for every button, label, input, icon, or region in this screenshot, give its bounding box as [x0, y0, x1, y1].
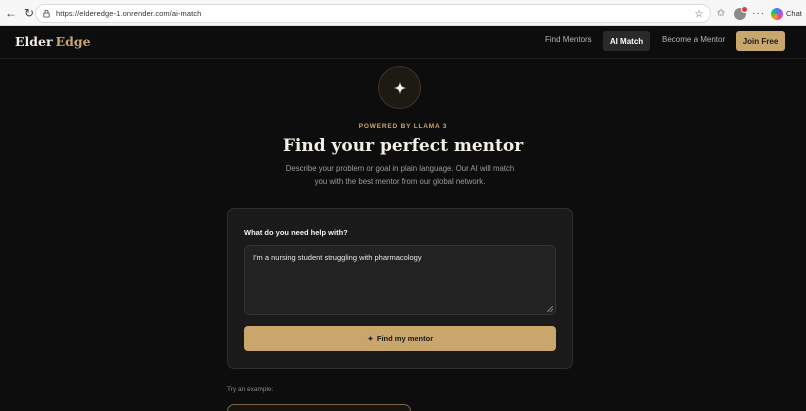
help-field-label: What do you need help with? [244, 228, 348, 237]
example-chip[interactable] [227, 404, 411, 411]
address-bar[interactable]: https://elderedge-1.onrender.com/ai-matc… [35, 4, 711, 23]
favorites-icon[interactable]: ✩ [714, 7, 728, 21]
logo-part-2: Edge [55, 34, 91, 49]
help-textarea-value: I'm a nursing student struggling with ph… [253, 253, 422, 262]
hero-icon-badge [378, 66, 421, 109]
match-form-card: What do you need help with? I'm a nursin… [227, 208, 573, 369]
profile-avatar[interactable] [734, 5, 748, 20]
more-menu-icon[interactable]: ··· [752, 8, 765, 19]
browser-toolbar: ← ↻ https://elderedge-1.onrender.com/ai-… [0, 0, 806, 26]
nav-find-mentors[interactable]: Find Mentors [545, 35, 592, 44]
examples-label: Try an example: [227, 386, 274, 393]
join-free-button[interactable]: Join Free [736, 31, 785, 51]
nav-become-mentor[interactable]: Become a Mentor [662, 35, 725, 44]
favorite-star-icon[interactable]: ☆ [692, 7, 706, 21]
hero-description: Describe your problem or goal in plain l… [285, 164, 515, 186]
resize-handle[interactable] [547, 306, 553, 312]
powered-by-label: POWERED BY LLAMA 3 [358, 123, 448, 130]
nav-ai-match[interactable]: AI Match [603, 31, 650, 51]
url-text: https://elderedge-1.onrender.com/ai-matc… [56, 9, 202, 18]
back-icon[interactable]: ← [2, 4, 20, 22]
site-logo[interactable]: Elder Edge [15, 34, 91, 49]
site-info-icon[interactable] [42, 9, 51, 18]
find-my-mentor-label: Find my mentor [376, 334, 434, 343]
sparkle-icon [393, 81, 406, 94]
site-header: Elder Edge Find Mentors Become a Mentor [0, 26, 806, 59]
logo-part-1: Elder [15, 34, 53, 49]
page-title: Find your perfect mentor [282, 136, 524, 156]
help-textarea[interactable]: I'm a nursing student struggling with ph… [244, 245, 556, 315]
copilot-chat-button[interactable]: Chat [771, 7, 802, 20]
chat-label: Chat [786, 9, 802, 18]
sparkle-icon [367, 335, 374, 342]
copilot-icon [771, 7, 783, 20]
find-my-mentor-button[interactable]: Find my mentor [244, 326, 556, 351]
